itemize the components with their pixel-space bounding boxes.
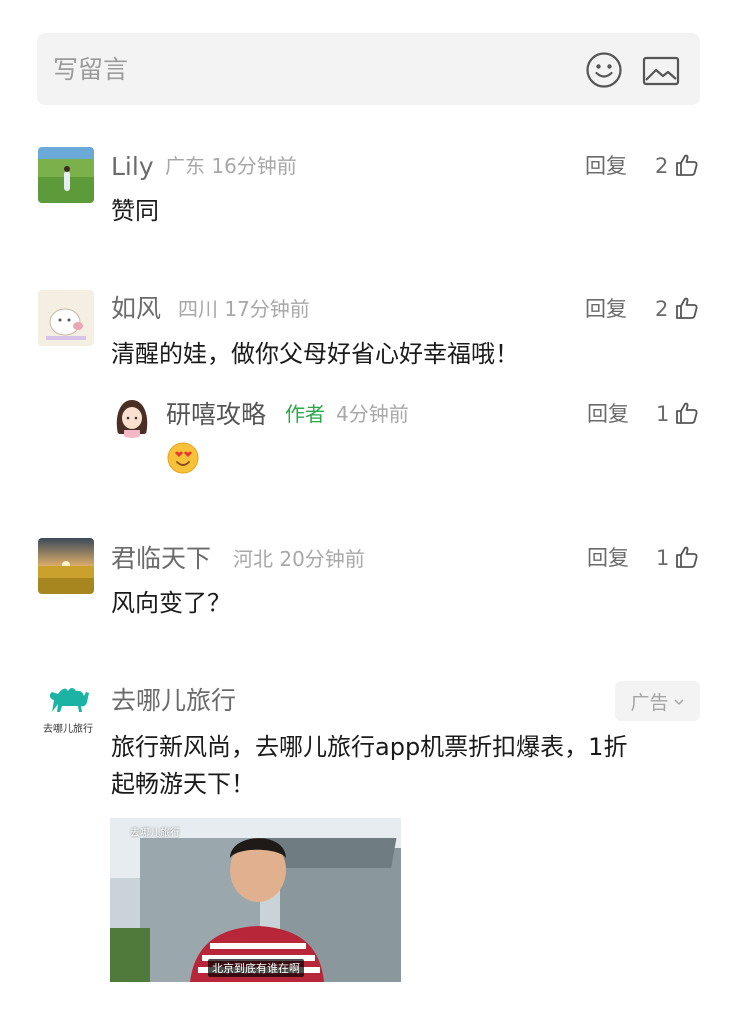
- ad-video-thumbnail[interactable]: 去哪儿旅行 北京到底有谁在啊: [110, 818, 401, 982]
- commenter-name[interactable]: 如风: [111, 293, 161, 325]
- video-caption: 北京到底有谁在啊: [208, 959, 304, 977]
- comment-text: 清醒的娃，做你父母好省心好幸福哦！: [111, 340, 519, 368]
- comment-meta: 河北 20分钟前: [233, 543, 365, 575]
- like-count[interactable]: 2: [655, 294, 668, 324]
- comment-text: 赞同: [111, 197, 159, 225]
- reply-button[interactable]: 回复: [585, 294, 627, 324]
- thumbs-up-icon[interactable]: [675, 153, 699, 177]
- chevron-down-icon: [673, 690, 685, 712]
- like-count[interactable]: 1: [656, 543, 669, 573]
- comment-location: 四川: [178, 297, 218, 321]
- avatar[interactable]: [38, 290, 94, 346]
- reply-button[interactable]: 回复: [585, 151, 627, 181]
- avatar[interactable]: [38, 147, 94, 203]
- ad-text-line1: 旅行新风尚，去哪儿旅行app机票折扣爆表，1折: [111, 733, 628, 761]
- like-count[interactable]: 1: [656, 399, 669, 429]
- advertiser-logo-text: 去哪儿旅行: [43, 724, 93, 735]
- comment-location: 河北: [233, 547, 273, 571]
- reply-button[interactable]: 回复: [587, 543, 629, 573]
- comment-location: 广东: [165, 154, 205, 178]
- comment-time: 20分钟前: [279, 547, 365, 571]
- avatar[interactable]: [38, 538, 94, 594]
- commenter-name[interactable]: Lily: [111, 151, 154, 183]
- advertiser-logo[interactable]: 去哪儿旅行: [38, 682, 98, 738]
- video-logo: 去哪儿旅行: [130, 828, 180, 839]
- advertiser-name[interactable]: 去哪儿旅行: [111, 685, 236, 717]
- like-count[interactable]: 2: [655, 151, 668, 181]
- ad-tag-label: 广告: [630, 691, 669, 714]
- comment-time: 16分钟前: [211, 154, 297, 178]
- reply-time: 4分钟前: [336, 402, 409, 426]
- smile-icon[interactable]: [585, 51, 623, 89]
- comment-meta: 四川 17分钟前: [178, 293, 310, 325]
- author-avatar[interactable]: [110, 394, 154, 438]
- thumbs-up-icon[interactable]: [675, 545, 699, 569]
- comment-input-placeholder[interactable]: 写留言: [53, 53, 128, 87]
- ad-tag-button[interactable]: 广告: [615, 681, 700, 721]
- thumbs-up-icon[interactable]: [675, 401, 699, 425]
- commenter-name[interactable]: 君临天下: [111, 543, 211, 575]
- heart-eyes-emoji-icon: [166, 441, 200, 475]
- comment-text: 风向变了？: [111, 589, 231, 617]
- author-name[interactable]: 研嘻攻略: [166, 399, 266, 431]
- image-icon[interactable]: [641, 53, 681, 89]
- reply-button[interactable]: 回复: [587, 399, 629, 429]
- author-badge: 作者: [285, 402, 325, 426]
- comment-meta: 广东 16分钟前: [165, 150, 297, 182]
- thumbs-up-icon[interactable]: [675, 296, 699, 320]
- comment-time: 17分钟前: [224, 297, 310, 321]
- ad-text-line2: 起畅游天下！: [111, 770, 255, 798]
